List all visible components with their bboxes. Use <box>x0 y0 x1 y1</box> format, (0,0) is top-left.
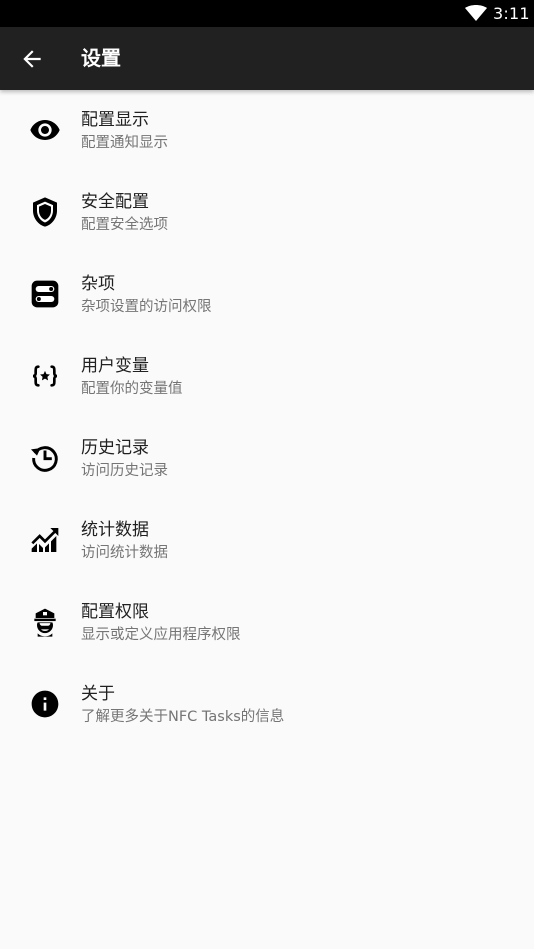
settings-item-misc[interactable]: 杂项 杂项设置的访问权限 <box>0 254 534 336</box>
settings-item-title: 用户变量 <box>81 356 149 376</box>
settings-item-subtitle: 配置你的变量值 <box>81 381 183 397</box>
settings-item-title: 关于 <box>81 684 115 704</box>
eye-icon <box>29 114 61 146</box>
settings-item-subtitle: 杂项设置的访问权限 <box>81 299 212 315</box>
wifi-icon <box>465 5 487 21</box>
shield-icon <box>29 196 61 228</box>
settings-item-display[interactable]: 配置显示 配置通知显示 <box>0 90 534 172</box>
settings-item-title: 杂项 <box>81 274 115 294</box>
settings-list: 配置显示 配置通知显示 安全配置 配置安全选项 杂项 杂项设置的访问权限 用户变… <box>0 90 534 746</box>
status-bar: 3:11 <box>0 0 534 27</box>
toggles-icon <box>29 278 61 310</box>
settings-item-title: 历史记录 <box>81 438 149 458</box>
settings-item-title: 统计数据 <box>81 520 149 540</box>
settings-item-subtitle: 配置安全选项 <box>81 217 168 233</box>
settings-item-history[interactable]: 历史记录 访问历史记录 <box>0 418 534 500</box>
app-toolbar: 设置 <box>0 27 534 90</box>
settings-item-user-variables[interactable]: 用户变量 配置你的变量值 <box>0 336 534 418</box>
settings-item-permissions[interactable]: 配置权限 显示或定义应用程序权限 <box>0 582 534 664</box>
settings-item-subtitle: 访问统计数据 <box>81 545 168 561</box>
settings-item-subtitle: 显示或定义应用程序权限 <box>81 627 241 643</box>
settings-item-security[interactable]: 安全配置 配置安全选项 <box>0 172 534 254</box>
settings-item-title: 安全配置 <box>81 192 149 212</box>
settings-item-statistics[interactable]: 统计数据 访问统计数据 <box>0 500 534 582</box>
settings-item-about[interactable]: 关于 了解更多关于NFC Tasks的信息 <box>0 664 534 746</box>
settings-item-title: 配置权限 <box>81 602 149 622</box>
settings-item-subtitle: 访问历史记录 <box>81 463 168 479</box>
arrow-back-icon[interactable] <box>19 46 45 72</box>
history-icon <box>29 442 61 474</box>
settings-item-title: 配置显示 <box>81 110 149 130</box>
page-title: 设置 <box>81 46 121 70</box>
stats-icon <box>29 524 61 556</box>
info-icon <box>29 688 61 720</box>
settings-item-subtitle: 配置通知显示 <box>81 135 168 151</box>
police-officer-icon <box>29 606 61 638</box>
status-time: 3:11 <box>493 4 530 23</box>
variable-icon <box>29 360 61 392</box>
settings-item-subtitle: 了解更多关于NFC Tasks的信息 <box>81 709 285 725</box>
